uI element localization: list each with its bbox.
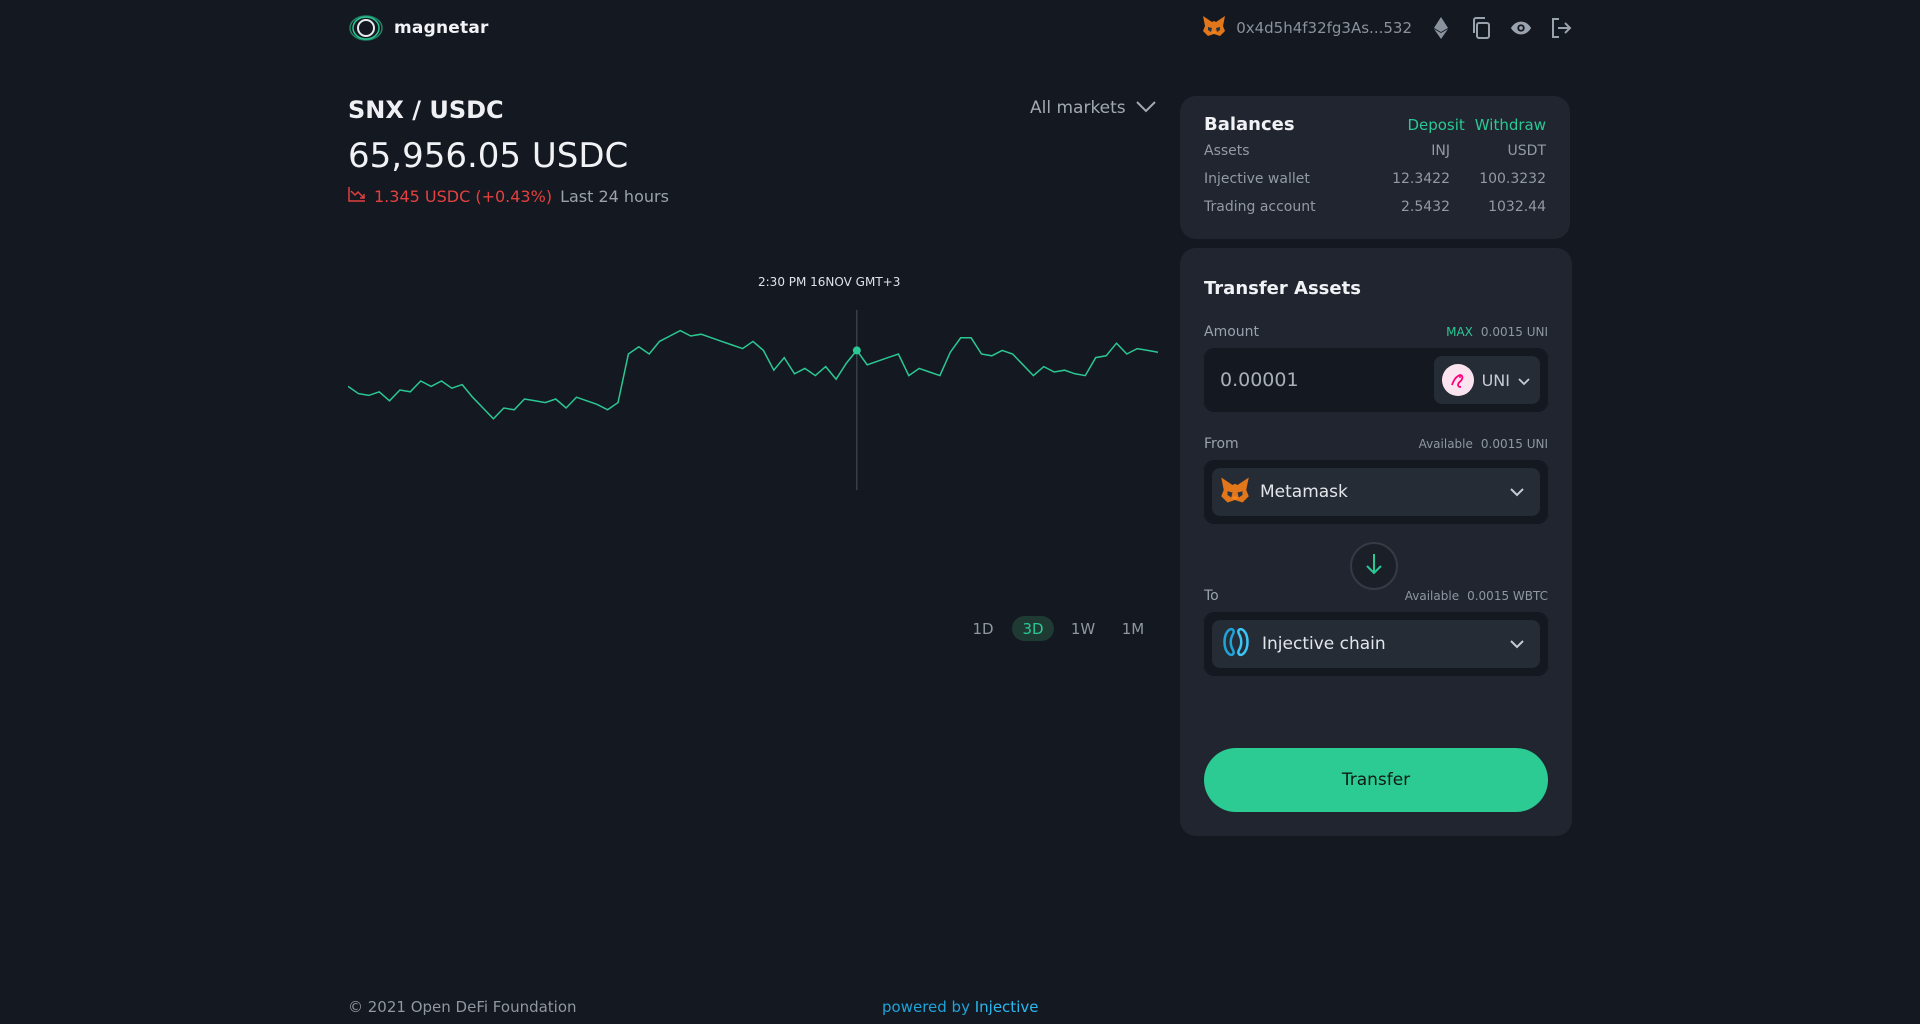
swap-direction-button[interactable] [1350, 542, 1398, 590]
amount-field: UNI [1204, 348, 1548, 412]
from-select[interactable]: Metamask [1212, 468, 1540, 516]
transfer-title: Transfer Assets [1204, 278, 1361, 299]
balance-row-label: Injective wallet [1204, 171, 1310, 187]
balance-row-trading-account: Trading account 2.5432 1032.44 [1204, 199, 1546, 215]
trend-down-icon [348, 186, 366, 206]
balances-header-row: Assets INJ USDT [1204, 143, 1546, 159]
balance-usdt-value: 100.3232 [1479, 171, 1546, 187]
ethereum-icon[interactable] [1430, 17, 1452, 39]
inj-header: INJ [1431, 143, 1450, 159]
from-select-box: Metamask [1204, 460, 1548, 524]
max-button[interactable]: MAX [1446, 325, 1473, 339]
wallet-address-text: 0x4d5h4f32fg3As...532 [1236, 19, 1412, 37]
usdt-header: USDT [1507, 143, 1546, 159]
chevron-down-icon [1518, 371, 1530, 390]
market-pair: SNX / USDC [348, 96, 504, 124]
price-line [348, 329, 1158, 420]
metamask-fox-icon [1202, 15, 1226, 41]
price-change-period: Last 24 hours [560, 186, 669, 206]
range-button-1d[interactable]: 1D [962, 616, 1004, 641]
price-chart[interactable] [348, 270, 1158, 500]
all-markets-label: All markets [1030, 98, 1126, 118]
balance-inj-value: 2.5432 [1401, 199, 1450, 215]
injective-logo-icon [1220, 626, 1252, 663]
chevron-down-icon [1510, 482, 1524, 502]
range-button-1m[interactable]: 1M [1112, 616, 1154, 641]
token-symbol: UNI [1481, 370, 1510, 390]
from-available-value: 0.0015 UNI [1480, 437, 1548, 451]
range-button-3d[interactable]: 3D [1012, 616, 1054, 641]
amount-label-row: Amount MAX 0.0015 UNI [1204, 324, 1548, 340]
time-range-selector: 1D 3D 1W 1M [962, 616, 1154, 641]
market-price: 65,956.05 USDC [348, 136, 629, 176]
balances-title: Balances [1204, 114, 1295, 135]
brand[interactable]: magnetar [348, 15, 489, 41]
powered-by-text: powered by [882, 998, 970, 1016]
transfer-card: Transfer Assets Amount MAX 0.0015 UNI UN… [1180, 248, 1572, 836]
chevron-down-icon [1510, 634, 1524, 654]
balance-usdt-value: 1032.44 [1488, 199, 1546, 215]
amount-input[interactable] [1220, 369, 1420, 391]
to-available-value: 0.0015 WBTC [1467, 589, 1548, 603]
crosshair-point [852, 346, 861, 355]
injective-link[interactable]: Injective [975, 998, 1039, 1016]
to-select-box: Injective chain [1204, 612, 1548, 676]
from-select-value: Metamask [1260, 482, 1348, 502]
from-available-label: Available [1418, 437, 1473, 451]
from-label: From [1204, 436, 1239, 452]
to-label: To [1204, 588, 1219, 604]
footer-copyright: © 2021 Open DeFi Foundation [348, 998, 577, 1016]
to-select[interactable]: Injective chain [1212, 620, 1540, 668]
chevron-down-icon [1135, 98, 1156, 118]
chart-tooltip: 2:30 PM 16NOV GMT+3 [758, 275, 901, 289]
top-header: magnetar 0x4d5h4f32fg3As...532 [348, 0, 1572, 56]
withdraw-link[interactable]: Withdraw [1475, 116, 1546, 134]
uniswap-icon [1441, 364, 1474, 396]
balance-row-label: Trading account [1204, 199, 1316, 215]
arrow-down-icon [1366, 553, 1382, 579]
range-button-1w[interactable]: 1W [1062, 616, 1104, 641]
price-change-value: 1.345 USDC (+0.43%) [374, 186, 553, 206]
from-label-row: From Available 0.0015 UNI [1204, 436, 1548, 452]
price-change: 1.345 USDC (+0.43%) Last 24 hours [348, 186, 669, 206]
magnetar-logo-icon [348, 15, 384, 41]
assets-header: Assets [1204, 143, 1250, 159]
deposit-link[interactable]: Deposit [1407, 116, 1464, 134]
to-select-value: Injective chain [1262, 634, 1386, 654]
all-markets-dropdown[interactable]: All markets [1030, 98, 1156, 118]
wallet-address[interactable]: 0x4d5h4f32fg3As...532 [1202, 15, 1412, 41]
metamask-fox-icon [1220, 476, 1250, 509]
footer-powered-by: powered by Injective [882, 998, 1038, 1016]
transfer-button[interactable]: Transfer [1204, 748, 1548, 812]
balance-inj-value: 12.3422 [1392, 171, 1450, 187]
balances-card: Balances Deposit Withdraw Assets INJ USD… [1180, 96, 1570, 239]
max-value: 0.0015 UNI [1480, 325, 1548, 339]
eye-icon[interactable] [1510, 17, 1532, 39]
header-actions: 0x4d5h4f32fg3As...532 [1202, 15, 1572, 41]
to-available-label: Available [1404, 589, 1460, 603]
balance-row-injective-wallet: Injective wallet 12.3422 100.3232 [1204, 171, 1546, 187]
copy-icon[interactable] [1470, 17, 1492, 39]
to-label-row: To Available 0.0015 WBTC [1204, 588, 1548, 604]
amount-label: Amount [1204, 324, 1260, 340]
brand-name: magnetar [394, 18, 489, 38]
logout-icon[interactable] [1550, 17, 1572, 39]
token-selector[interactable]: UNI [1433, 356, 1540, 404]
